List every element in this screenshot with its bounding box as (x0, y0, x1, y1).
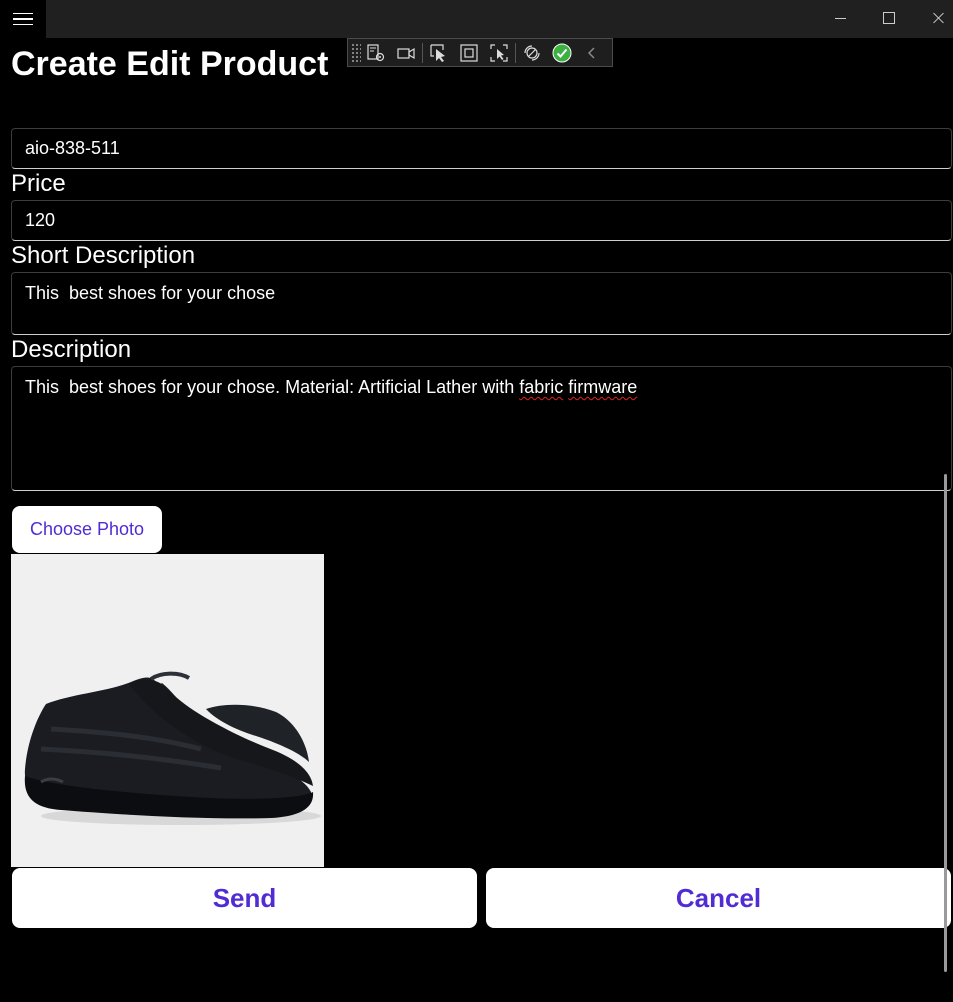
description-label: Description (11, 336, 132, 363)
collapse-icon (587, 46, 595, 59)
short-description-value: This best shoes for your chose (25, 283, 276, 303)
vertical-scrollbar[interactable] (944, 474, 947, 972)
hamburger-icon[interactable] (0, 0, 46, 38)
select-element-button[interactable] (424, 39, 454, 66)
product-image (11, 554, 324, 867)
live-visual-tree-icon (367, 43, 385, 61)
status-ok-icon (552, 43, 572, 62)
price-label: Price (11, 170, 66, 197)
shoe-image (24, 671, 321, 825)
toolbar-grip-icon[interactable] (351, 42, 361, 63)
record-button[interactable] (391, 39, 421, 66)
maximize-button[interactable] (866, 4, 912, 32)
collapse-toolbar-button[interactable] (577, 39, 607, 66)
minimize-button[interactable] (817, 4, 863, 32)
hot-reload-button[interactable] (517, 39, 547, 66)
select-element-icon (430, 43, 445, 62)
short-description-label: Short Description (11, 242, 196, 269)
description-value: This best shoes for your chose. Material… (25, 377, 520, 397)
toolbar-separator (422, 42, 423, 63)
title-bar (0, 0, 953, 38)
maximize-icon (883, 12, 895, 24)
page-title: Create Edit Product (11, 45, 329, 83)
display-layout-adorners-button[interactable] (454, 39, 484, 66)
live-visual-tree-button[interactable] (361, 39, 391, 66)
record-icon (397, 47, 415, 59)
misspelled-word: firmware (568, 377, 638, 397)
choose-photo-button[interactable]: Choose Photo (12, 506, 162, 553)
hot-reload-icon (524, 44, 540, 61)
send-button[interactable]: Send (12, 868, 477, 928)
description-editor[interactable]: This best shoes for your chose. Material… (11, 366, 952, 491)
xaml-debug-toolbar (347, 38, 613, 67)
price-field-value: 120 (25, 210, 56, 230)
display-layout-adorners-icon (460, 43, 478, 62)
close-icon (933, 12, 945, 24)
status-ok-button[interactable] (547, 39, 577, 66)
minimize-icon (834, 17, 846, 19)
short-description-editor[interactable]: This best shoes for your chose (11, 272, 952, 335)
track-focus-button[interactable] (484, 39, 514, 66)
name-field[interactable]: aio-838-511 (11, 128, 952, 169)
toolbar-separator (515, 42, 516, 63)
track-focus-icon (490, 43, 508, 62)
name-field-value: aio-838-511 (25, 138, 120, 158)
cancel-button[interactable]: Cancel (486, 868, 951, 928)
close-button[interactable] (916, 4, 953, 32)
price-field[interactable]: 120 (11, 200, 952, 241)
misspelled-word: fabric (519, 377, 564, 397)
